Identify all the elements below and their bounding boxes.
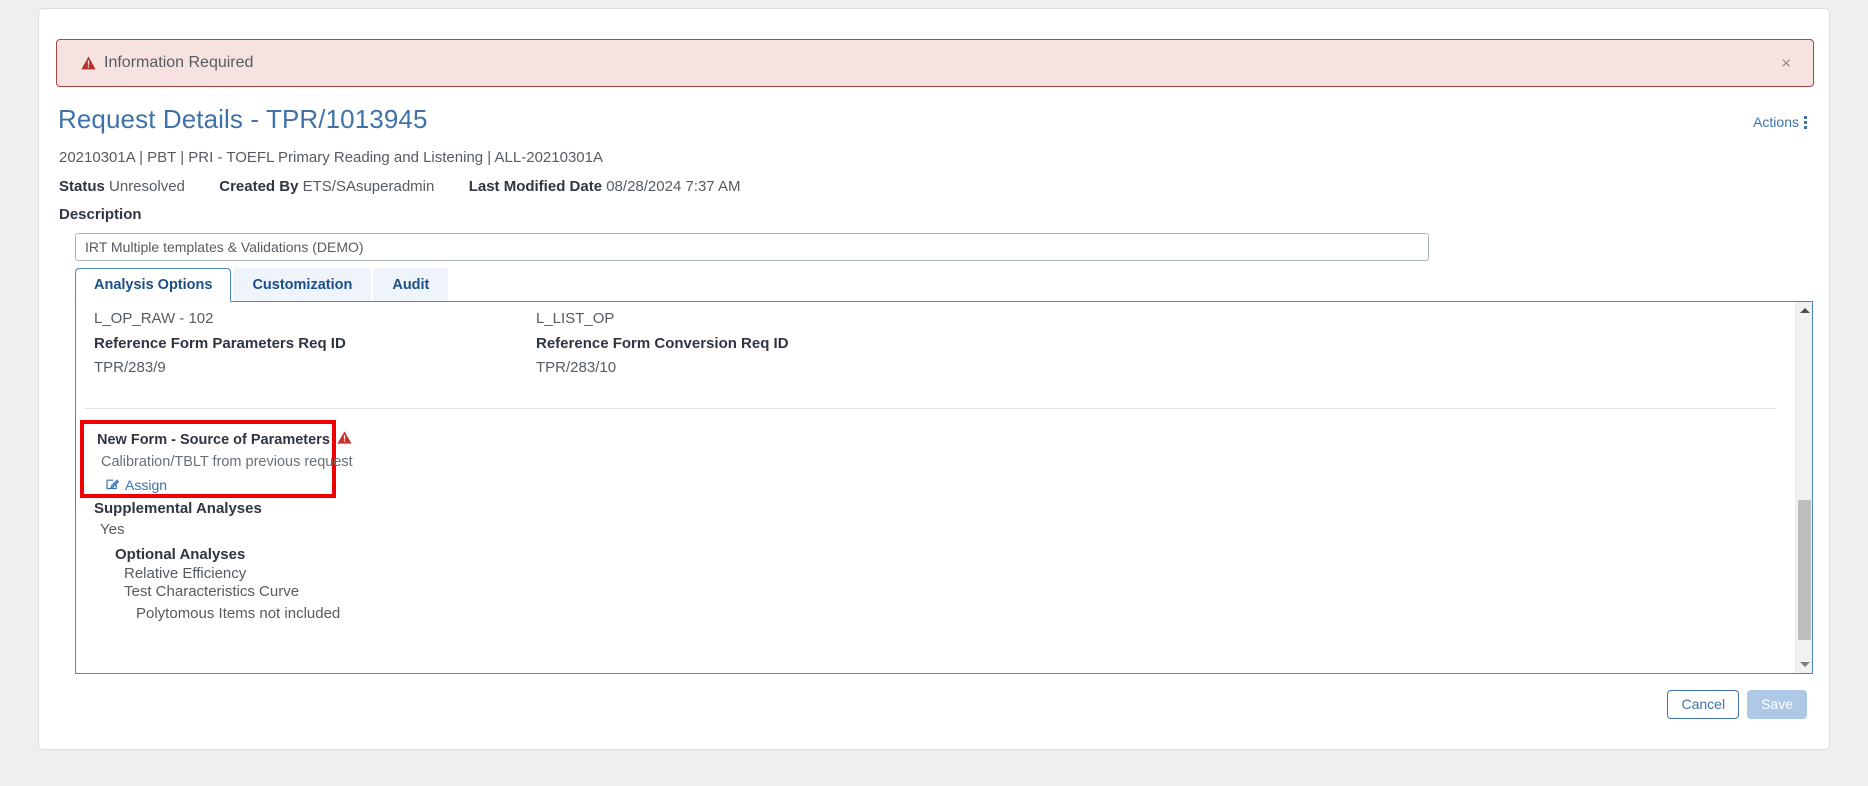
scrollbar-thumb[interactable]	[1798, 500, 1811, 640]
tab-customization[interactable]: Customization	[233, 268, 372, 302]
information-required-alert: Information Required ×	[56, 39, 1814, 87]
page-title: Request Details - TPR/1013945	[58, 104, 428, 134]
actions-menu-button[interactable]: Actions	[1753, 114, 1807, 130]
optional-analyses-label: Optional Analyses	[115, 546, 246, 563]
new-form-source-of-parameters-value: Calibration/TBLT from previous request	[101, 454, 353, 470]
reference-form-parameters-req-id-label: Reference Form Parameters Req ID	[94, 335, 346, 352]
tab-bar: Analysis Options Customization Audit	[75, 268, 450, 302]
edit-pencil-square-icon	[106, 477, 120, 493]
optional-analysis-item: Relative Efficiency	[124, 565, 247, 582]
highlight-title-text: New Form - Source of Parameters	[97, 431, 330, 448]
reference-form-conversion-req-id-value: TPR/283/10	[536, 359, 617, 376]
new-form-source-of-parameters-label: New Form - Source of Parameters	[97, 431, 352, 448]
assign-link[interactable]: Assign	[106, 477, 167, 493]
warning-triangle-icon	[337, 431, 352, 448]
tab-analysis-options[interactable]: Analysis Options	[75, 268, 232, 302]
right-top-value: L_LIST_OP	[536, 310, 615, 327]
warning-triangle-icon	[81, 56, 96, 70]
analysis-options-panel: L_OP_RAW - 102 L_LIST_OP Reference Form …	[75, 301, 1813, 674]
assign-label: Assign	[125, 477, 168, 493]
save-button[interactable]: Save	[1747, 689, 1807, 719]
panel-scrollbar[interactable]	[1795, 302, 1812, 673]
scroll-up-icon[interactable]	[1796, 302, 1812, 319]
actions-label: Actions	[1753, 114, 1799, 130]
request-details-card: Information Required × Request Details -…	[38, 8, 1830, 750]
breadcrumb: 20210301A | PBT | PRI - TOEFL Primary Re…	[59, 149, 603, 166]
last-modified-value: 08/28/2024 7:37 AM	[606, 178, 741, 195]
status-value: Unresolved	[109, 178, 185, 195]
created-by-label: Created By	[219, 178, 299, 195]
page-background: Information Required × Request Details -…	[0, 0, 1868, 786]
cancel-button[interactable]: Cancel	[1667, 689, 1740, 719]
polytomous-items-note: Polytomous Items not included	[136, 605, 341, 622]
form-actions: Cancel Save	[1667, 689, 1807, 719]
section-divider	[85, 408, 1775, 409]
supplemental-analyses-value: Yes	[100, 521, 125, 538]
description-label: Description	[59, 206, 142, 223]
alert-message: Information Required	[104, 54, 254, 71]
tab-label: Customization	[252, 277, 353, 293]
optional-analysis-item: Test Characteristics Curve	[124, 583, 300, 600]
tab-label: Audit	[392, 277, 430, 293]
tab-label: Analysis Options	[94, 277, 213, 293]
scroll-down-icon[interactable]	[1796, 656, 1812, 673]
panel-content: L_OP_RAW - 102 L_LIST_OP Reference Form …	[76, 302, 1794, 673]
tab-audit[interactable]: Audit	[373, 268, 449, 302]
supplemental-analyses-label: Supplemental Analyses	[94, 500, 262, 517]
last-modified-label: Last Modified Date	[468, 178, 603, 195]
kebab-menu-icon	[1804, 115, 1807, 129]
created-by-value: ETS/SAsuperadmin	[302, 178, 435, 195]
new-form-source-of-parameters-highlight: New Form - Source of Parameters Calibrat…	[80, 420, 353, 498]
reference-form-conversion-req-id-label: Reference Form Conversion Req ID	[536, 335, 789, 352]
left-top-value: L_OP_RAW - 102	[94, 310, 214, 327]
reference-form-parameters-req-id-value: TPR/283/9	[94, 359, 166, 376]
metadata-row: Status Unresolved Created By ETS/SAsuper…	[59, 178, 741, 195]
description-input[interactable]	[75, 233, 1429, 261]
close-icon[interactable]: ×	[1775, 53, 1797, 74]
status-label: Status	[59, 178, 105, 195]
